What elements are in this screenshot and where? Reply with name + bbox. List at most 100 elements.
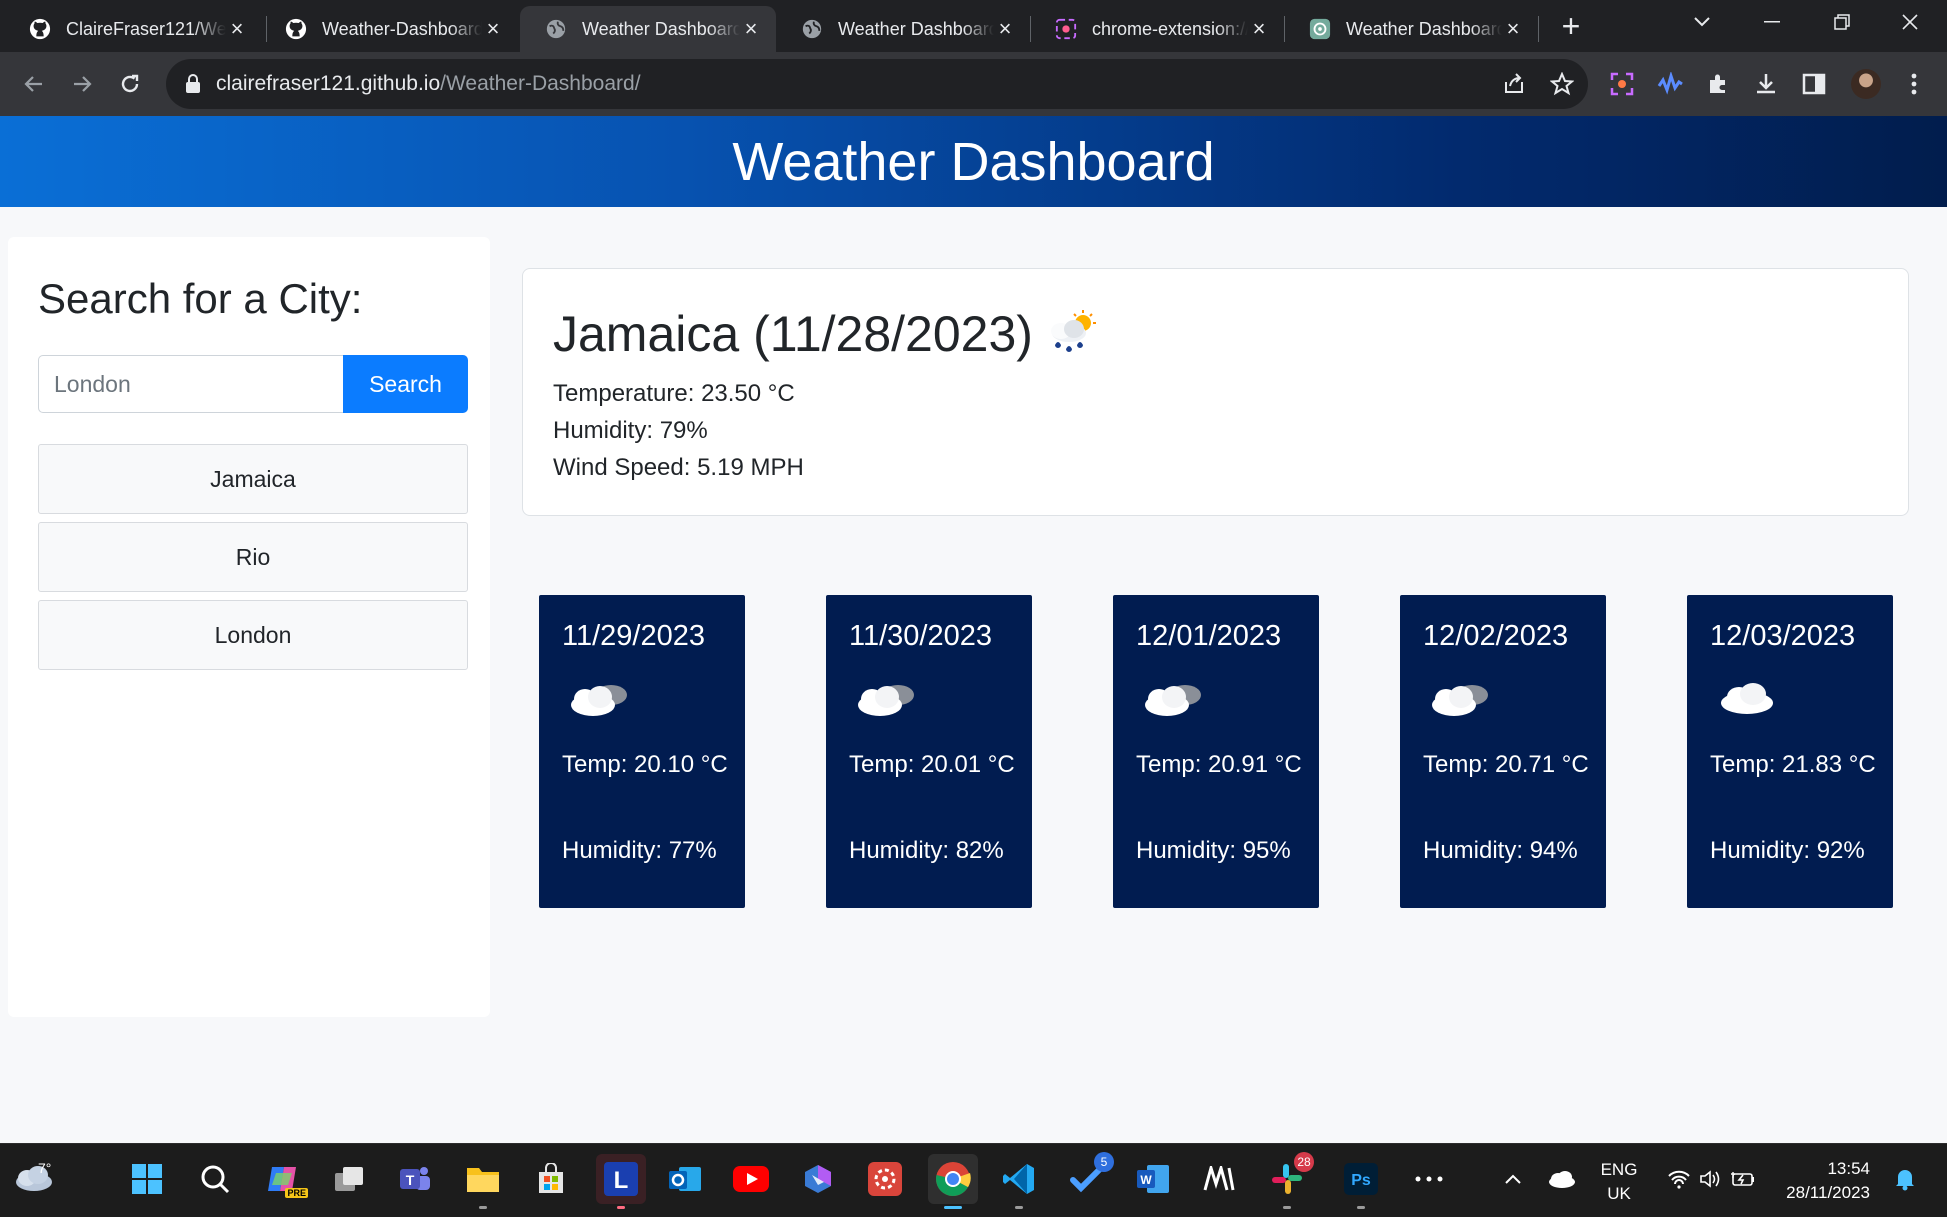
running-indicator xyxy=(617,1206,625,1209)
running-indicator xyxy=(1283,1206,1291,1209)
broken-clouds-icon xyxy=(567,677,633,726)
search-icon[interactable] xyxy=(194,1158,236,1200)
l-app-icon[interactable]: L xyxy=(596,1154,646,1209)
tab-title: ClaireFraser121/Weather-Dashboard xyxy=(66,18,226,39)
close-tab-icon[interactable]: × xyxy=(226,16,248,42)
input-language-indicator[interactable]: ENG UK xyxy=(1592,1158,1646,1206)
history-city-button[interactable]: London xyxy=(38,600,468,670)
history-city-button[interactable]: Jamaica xyxy=(38,444,468,514)
forecast-temp: Temp: 20.01 °C xyxy=(849,751,1015,778)
tab-chrome-extension[interactable]: chrome-extension:// × xyxy=(1030,6,1284,52)
forecast-humidity: Humidity: 77% xyxy=(562,837,717,864)
bing-chat-icon[interactable] xyxy=(797,1158,839,1200)
close-tab-icon[interactable]: × xyxy=(482,16,504,42)
forecast-humidity: Humidity: 92% xyxy=(1710,837,1865,864)
more-apps-ellipsis-icon[interactable] xyxy=(1408,1158,1450,1200)
new-tab-plus-icon[interactable]: + xyxy=(1556,8,1586,44)
svg-text:W: W xyxy=(1140,1173,1152,1187)
todo-check-icon[interactable]: 5 xyxy=(1066,1152,1114,1200)
kebab-menu-icon[interactable] xyxy=(1900,70,1928,98)
task-view-icon[interactable] xyxy=(328,1158,370,1200)
close-tab-icon[interactable]: × xyxy=(994,16,1016,42)
close-window-icon[interactable] xyxy=(1880,0,1940,44)
copilot-icon[interactable]: PRE xyxy=(262,1158,308,1200)
reload-icon[interactable] xyxy=(112,66,148,102)
tab-title: chrome-extension:// xyxy=(1092,18,1248,39)
page-header: Weather Dashboard xyxy=(0,116,1947,207)
forward-arrow-icon[interactable] xyxy=(64,66,100,102)
show-hidden-icons-chevron-icon[interactable] xyxy=(1492,1158,1534,1200)
weather-widget-temp: 7° xyxy=(38,1160,52,1176)
chatgpt-icon xyxy=(1308,17,1332,41)
svg-text:T: T xyxy=(406,1172,415,1188)
address-bar[interactable]: clairefraser121.github.io/Weather-Dashbo… xyxy=(166,59,1588,109)
windows-start-icon[interactable] xyxy=(126,1158,168,1200)
extensions-puzzle-icon[interactable] xyxy=(1704,70,1732,98)
screenshot-extension-icon[interactable] xyxy=(1608,70,1636,98)
chrome-icon[interactable] xyxy=(928,1154,978,1209)
current-temperature: Temperature: 23.50 °C xyxy=(553,380,795,407)
profile-avatar[interactable] xyxy=(1851,69,1881,99)
system-clock[interactable]: 13:54 28/11/2023 xyxy=(1770,1157,1870,1205)
soundwave-extension-icon[interactable] xyxy=(1656,70,1684,98)
tab-chatgpt-weather[interactable]: Weather Dashboard × xyxy=(1284,6,1538,52)
weather-widget-cloud-icon[interactable] xyxy=(12,1162,62,1202)
restore-icon[interactable] xyxy=(1812,0,1872,44)
forecast-date: 12/02/2023 xyxy=(1423,620,1569,652)
notification-bell-icon[interactable] xyxy=(1884,1158,1926,1200)
download-icon[interactable] xyxy=(1752,70,1780,98)
forecast-humidity: Humidity: 82% xyxy=(849,837,1004,864)
close-tab-icon[interactable]: × xyxy=(1502,16,1524,42)
teams-icon[interactable]: T xyxy=(394,1158,436,1200)
share-icon[interactable] xyxy=(1502,72,1526,96)
tab-title: Weather Dashboard xyxy=(1346,18,1502,39)
medium-m-icon[interactable] xyxy=(1198,1158,1240,1200)
close-tab-icon[interactable]: × xyxy=(740,16,762,42)
page-title: Weather Dashboard xyxy=(732,131,1215,192)
current-humidity: Humidity: 79% xyxy=(553,417,708,444)
forecast-card: 11/30/2023 Temp: 20.01 °C Humidity: 82% xyxy=(826,595,1032,908)
search-button[interactable]: Search xyxy=(343,355,468,413)
word-icon[interactable]: W xyxy=(1132,1158,1174,1200)
svg-text:L: L xyxy=(614,1167,629,1194)
onedrive-cloud-icon[interactable] xyxy=(1540,1158,1582,1200)
side-panel-icon[interactable] xyxy=(1800,70,1828,98)
file-explorer-icon[interactable] xyxy=(462,1158,504,1209)
lock-icon[interactable] xyxy=(184,73,202,100)
tab-github-repo[interactable]: ClaireFraser121/Weather-Dashboard × xyxy=(4,6,262,52)
back-arrow-icon[interactable] xyxy=(16,66,52,102)
photoshop-icon[interactable]: Ps xyxy=(1340,1158,1382,1209)
forecast-temp: Temp: 20.10 °C xyxy=(562,751,728,778)
outlook-icon[interactable] xyxy=(664,1158,706,1200)
youtube-icon[interactable] xyxy=(730,1158,772,1200)
minimize-icon[interactable] xyxy=(1742,0,1802,44)
history-city-button[interactable]: Rio xyxy=(38,522,468,592)
microsoft-store-icon[interactable] xyxy=(530,1158,572,1200)
browser-toolbar: clairefraser121.github.io/Weather-Dashbo… xyxy=(0,52,1947,116)
city-search-input[interactable] xyxy=(38,355,352,413)
slack-icon[interactable]: 28 xyxy=(1266,1152,1314,1209)
settings-app-icon[interactable] xyxy=(864,1158,906,1200)
globe-icon xyxy=(544,17,568,41)
vscode-icon[interactable] xyxy=(998,1158,1040,1209)
url-text: clairefraser121.github.io/Weather-Dashbo… xyxy=(216,72,641,96)
tab-github-weather-dashboard[interactable]: Weather-Dashboard × xyxy=(260,6,518,52)
forecast-card: 11/29/2023 Temp: 20.10 °C Humidity: 77% xyxy=(539,595,745,908)
tab-search-chevron-icon[interactable] xyxy=(1672,0,1732,44)
forecast-temp: Temp: 20.71 °C xyxy=(1423,751,1589,778)
clock-time: 13:54 xyxy=(1827,1159,1870,1178)
battery-charging-icon[interactable] xyxy=(1722,1158,1764,1200)
forecast-date: 12/01/2023 xyxy=(1136,620,1282,652)
bookmark-star-icon[interactable] xyxy=(1549,71,1575,96)
tab-title: Weather Dashboard xyxy=(838,18,994,39)
tab-weather-dashboard-active[interactable]: Weather Dashboard × xyxy=(520,6,776,52)
forecast-card: 12/03/2023 Temp: 21.83 °C Humidity: 92% xyxy=(1687,595,1893,908)
close-tab-icon[interactable]: × xyxy=(1248,16,1270,42)
cloud-icon xyxy=(1715,677,1781,726)
screenshot-extension-icon xyxy=(1054,17,1078,41)
running-indicator xyxy=(944,1206,962,1209)
forecast-date: 11/30/2023 xyxy=(849,620,992,652)
tab-weather-dashboard[interactable]: Weather Dashboard × xyxy=(776,6,1030,52)
forecast-date: 11/29/2023 xyxy=(562,620,705,652)
running-indicator xyxy=(1357,1206,1365,1209)
